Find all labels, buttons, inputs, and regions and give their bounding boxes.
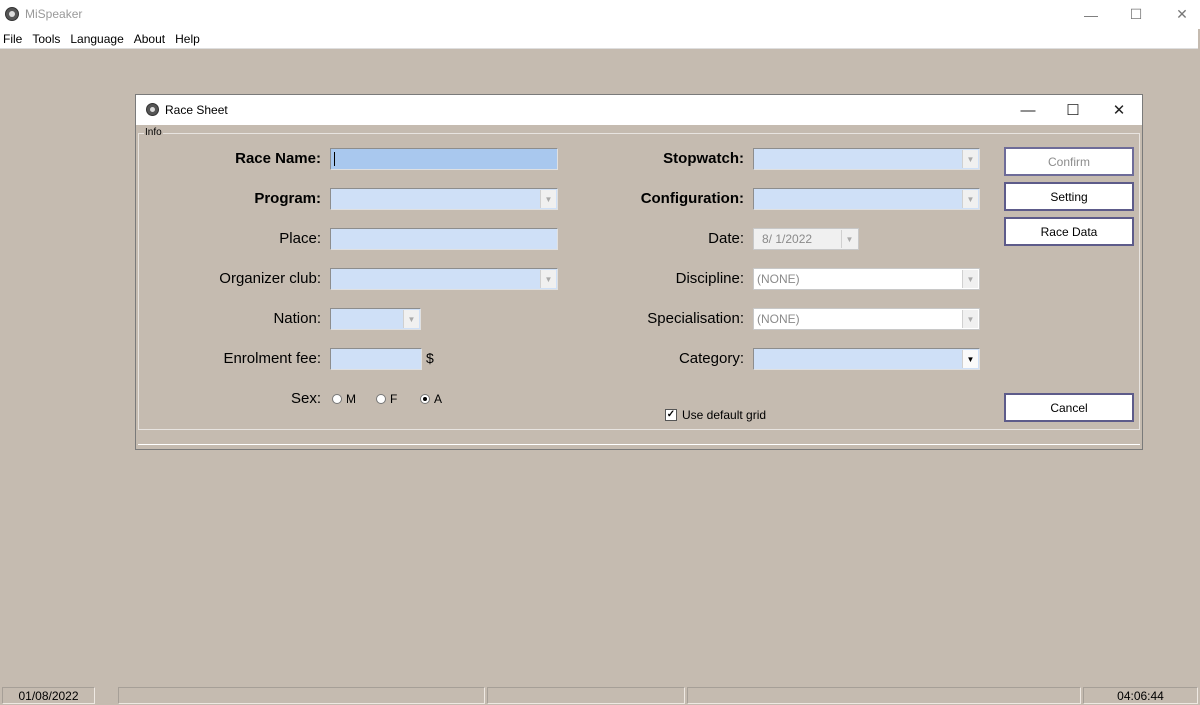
- organizer-club-dropdown[interactable]: ▼: [330, 268, 558, 290]
- status-panel-2: [487, 687, 685, 704]
- discipline-label: Discipline:: [675, 270, 744, 287]
- status-bar: 01/08/2022 04:06:44: [0, 685, 1200, 705]
- app-icon: [5, 7, 19, 21]
- close-icon[interactable]: ✕: [1159, 0, 1200, 29]
- race-name-input[interactable]: [330, 148, 558, 170]
- category-dropdown[interactable]: ▼: [753, 348, 980, 370]
- specialisation-label: Specialisation:: [647, 310, 744, 327]
- enrolment-fee-input[interactable]: [330, 348, 422, 370]
- race-data-button[interactable]: Race Data: [1004, 217, 1134, 246]
- dialog-close-icon[interactable]: ✕: [1096, 95, 1142, 125]
- chevron-down-icon[interactable]: ▼: [841, 230, 857, 248]
- sex-label: Sex:: [290, 390, 321, 407]
- status-time: 04:06:44: [1083, 687, 1198, 704]
- race-sheet-dialog: Race Sheet — ☐ ✕ Info Race Name: Program…: [135, 94, 1143, 450]
- specialisation-dropdown[interactable]: (NONE) ▼: [753, 308, 980, 330]
- menu-help[interactable]: Help: [172, 29, 206, 48]
- menu-language[interactable]: Language: [67, 29, 129, 48]
- app-title: MiSpeaker: [25, 7, 83, 21]
- chevron-down-icon[interactable]: ▼: [540, 190, 556, 208]
- category-label: Category:: [678, 350, 744, 367]
- radio-button[interactable]: [332, 394, 342, 404]
- stopwatch-dropdown[interactable]: ▼: [753, 148, 980, 170]
- configuration-dropdown[interactable]: ▼: [753, 188, 980, 210]
- nation-label: Nation:: [273, 310, 321, 327]
- check-icon[interactable]: ✓: [665, 409, 677, 421]
- dialog-maximize-icon[interactable]: ☐: [1050, 95, 1096, 125]
- chevron-down-icon[interactable]: ▼: [962, 350, 978, 368]
- info-group-label: Info: [144, 127, 163, 138]
- chevron-down-icon[interactable]: ▼: [403, 310, 419, 328]
- dialog-bottom-divider: [138, 444, 1140, 445]
- status-date: 01/08/2022: [2, 687, 95, 704]
- menu-tools[interactable]: Tools: [29, 29, 66, 48]
- radio-button-checked[interactable]: [420, 394, 430, 404]
- sex-radio-m[interactable]: M: [332, 392, 356, 406]
- chevron-down-icon[interactable]: ▼: [962, 190, 978, 208]
- menu-bar: File Tools Language About Help: [0, 29, 1198, 49]
- dialog-titlebar: Race Sheet — ☐ ✕: [136, 95, 1142, 125]
- status-panel-1: [118, 687, 485, 704]
- sex-radio-a[interactable]: A: [420, 392, 442, 406]
- place-label: Place:: [279, 230, 321, 247]
- currency-symbol: $: [426, 350, 434, 366]
- radio-button[interactable]: [376, 394, 386, 404]
- dialog-minimize-icon[interactable]: —: [1005, 95, 1051, 125]
- enrolment-fee-label: Enrolment fee:: [223, 350, 321, 367]
- dialog-icon: [146, 103, 159, 116]
- chevron-down-icon[interactable]: ▼: [962, 150, 978, 168]
- date-picker[interactable]: 8/ 1/2022 ▼: [753, 228, 859, 250]
- dialog-title: Race Sheet: [165, 103, 228, 117]
- stopwatch-label: Stopwatch:: [663, 150, 744, 167]
- place-input[interactable]: [330, 228, 558, 250]
- nation-dropdown[interactable]: ▼: [330, 308, 421, 330]
- use-default-grid-checkbox[interactable]: ✓ Use default grid: [665, 408, 766, 422]
- date-label: Date:: [708, 230, 744, 247]
- sex-radio-f[interactable]: F: [376, 392, 397, 406]
- race-name-label: Race Name:: [235, 150, 321, 167]
- confirm-button[interactable]: Confirm: [1004, 147, 1134, 176]
- status-panel-3: [687, 687, 1081, 704]
- setting-button[interactable]: Setting: [1004, 182, 1134, 211]
- chevron-down-icon[interactable]: ▼: [540, 270, 556, 288]
- program-label: Program:: [254, 190, 321, 207]
- discipline-dropdown[interactable]: (NONE) ▼: [753, 268, 980, 290]
- organizer-club-label: Organizer club:: [219, 270, 321, 287]
- configuration-label: Configuration:: [640, 190, 744, 207]
- menu-about[interactable]: About: [131, 29, 171, 48]
- program-dropdown[interactable]: ▼: [330, 188, 558, 210]
- minimize-icon[interactable]: —: [1068, 0, 1114, 29]
- menu-file[interactable]: File: [0, 29, 28, 48]
- maximize-icon[interactable]: ☐: [1113, 0, 1159, 29]
- chevron-down-icon[interactable]: ▼: [962, 310, 978, 328]
- cancel-button[interactable]: Cancel: [1004, 393, 1134, 422]
- app-titlebar: MiSpeaker — ☐ ✕: [0, 0, 1200, 29]
- chevron-down-icon[interactable]: ▼: [962, 270, 978, 288]
